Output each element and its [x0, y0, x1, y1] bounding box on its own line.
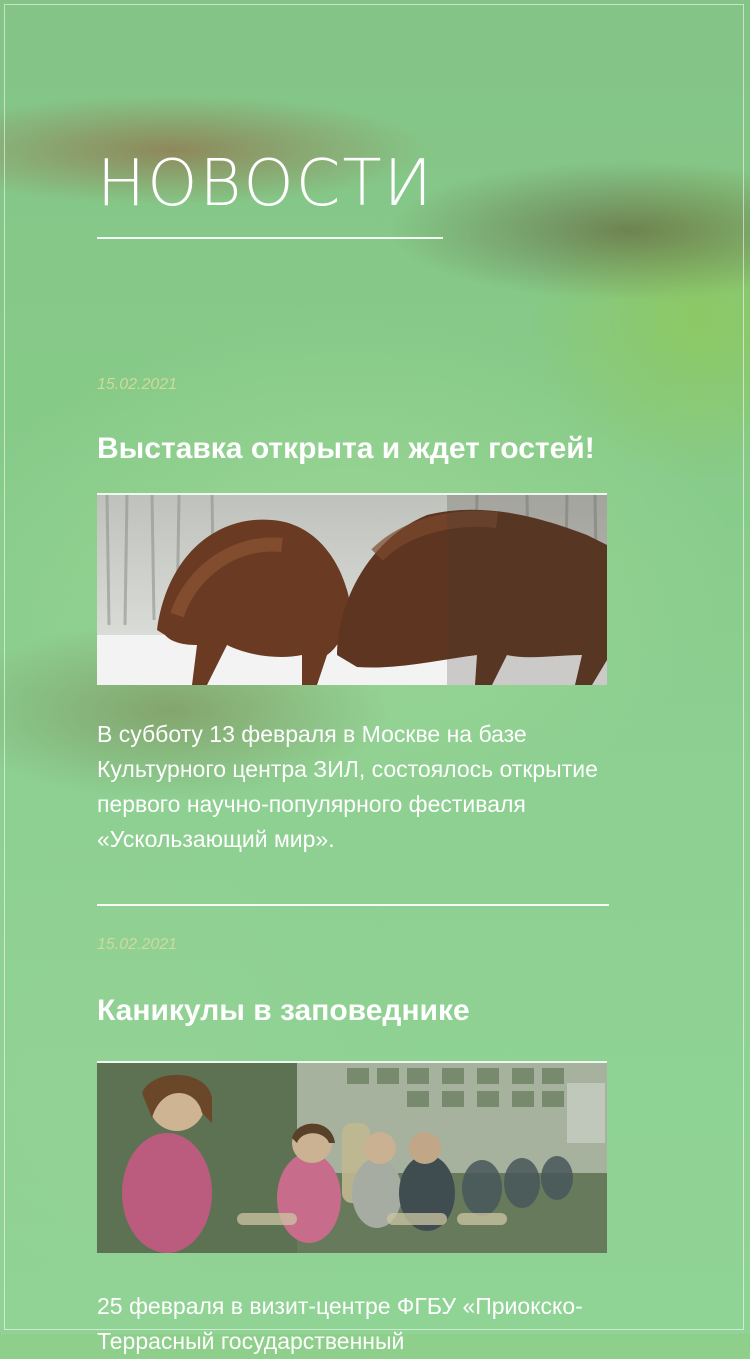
news-title[interactable]: Каникулы в заповеднике [97, 993, 609, 1029]
news-item[interactable]: 15.02.2021 Выставка открыта и ждет госте… [97, 377, 609, 857]
children-audience-photo[interactable] [97, 1061, 607, 1253]
news-divider [97, 904, 609, 906]
title-underline [97, 237, 443, 239]
news-item[interactable]: 15.02.2021 Каникулы в заповеднике 25 фев… [97, 937, 609, 1359]
news-date: 15.02.2021 [97, 376, 178, 393]
news-date: 15.02.2021 [97, 936, 178, 953]
news-excerpt: 25 февраля в визит-центре ФГБУ «Приокско… [97, 1293, 583, 1354]
bison-fighting-photo[interactable] [97, 493, 607, 685]
page-title: НОВОСТИ [97, 147, 434, 221]
news-title[interactable]: Выставка открыта и ждет гостей! [97, 431, 609, 467]
news-excerpt: В субботу 13 февраля в Москве на базе Ку… [97, 721, 598, 852]
